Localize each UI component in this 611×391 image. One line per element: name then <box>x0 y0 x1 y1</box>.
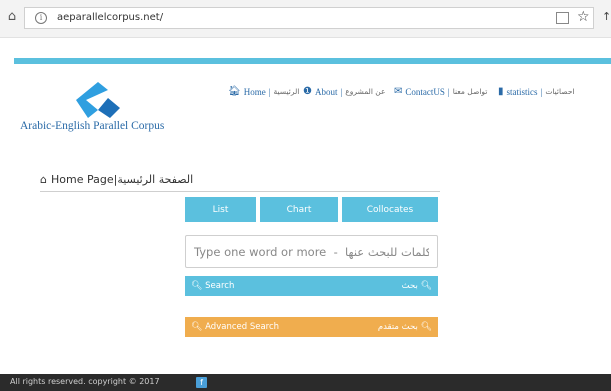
nav-about[interactable]: ❶ About | عن المشروع <box>303 86 385 97</box>
home-icon[interactable]: ⌂ <box>4 9 20 25</box>
nav-home[interactable]: 🏠︎ Home | الرئيسية <box>228 86 299 97</box>
search-icon: 🔍︎ <box>191 322 203 332</box>
tab-list[interactable]: List <box>185 197 256 222</box>
site-title[interactable]: Arabic-English Parallel Corpus <box>20 120 164 132</box>
advanced-label-ar: بحث متقدم <box>377 322 418 332</box>
bar-chart-icon: ▮ <box>498 86 504 97</box>
nav-about-label-en: About <box>314 86 338 97</box>
nav-about-label-ar: عن المشروع <box>345 87 386 96</box>
nav-home-label-ar: الرئيسية <box>273 87 300 96</box>
nav-contact[interactable]: ✉ ContactUS | تواصل معنا <box>394 86 487 97</box>
search-button[interactable]: 🔍︎ Search بحث 🔍︎ <box>185 276 438 296</box>
breadcrumb-divider <box>40 191 440 192</box>
advanced-label-en: Advanced Search <box>205 322 280 332</box>
reader-view-icon[interactable] <box>556 12 569 24</box>
info-circle-icon: ❶ <box>303 86 312 97</box>
header-accent-strip <box>14 58 611 64</box>
search-icon: 🔍︎ <box>420 322 432 332</box>
home-nav-icon: 🏠︎ <box>228 86 241 97</box>
home-icon: ⌂ <box>40 173 47 186</box>
social-share-icon[interactable]: f <box>196 377 207 388</box>
search-field-container <box>185 235 438 268</box>
nav-contact-label-ar: تواصل معنا <box>452 87 488 96</box>
footer: All rights reserved. copyright © 2017 f <box>0 374 611 391</box>
browser-toolbar: ⌂ i aeparallelcorpus.net/ ☆ ↑ <box>0 0 611 38</box>
search-icon: 🔍︎ <box>191 281 203 291</box>
tab-chart[interactable]: Chart <box>260 197 338 222</box>
search-icon: 🔍︎ <box>420 281 432 291</box>
breadcrumb-label: Home Page|الصفحة الرئيسية <box>50 173 194 186</box>
search-input[interactable] <box>186 236 437 267</box>
nav-stats-label-ar: احصائيات <box>545 87 575 96</box>
search-label-en: Search <box>205 281 235 291</box>
nav-contact-label-en: ContactUS <box>405 86 445 97</box>
url-text[interactable]: aeparallelcorpus.net/ <box>57 12 163 23</box>
nav-statistics[interactable]: ▮ statistics | احصائيات <box>498 86 575 97</box>
toolbar-overflow-icon[interactable]: ↑ <box>602 10 611 23</box>
site-logo-icon[interactable] <box>76 82 120 118</box>
address-bar[interactable]: i aeparallelcorpus.net/ ☆ <box>24 7 594 29</box>
star-icon[interactable]: ☆ <box>577 9 590 25</box>
nav-home-label-en: Home <box>243 86 266 97</box>
search-label-ar: بحث <box>401 281 418 291</box>
envelope-icon: ✉ <box>394 86 403 97</box>
breadcrumb: ⌂ Home Page|الصفحة الرئيسية <box>40 173 193 186</box>
footer-copyright: All rights reserved. copyright © 2017 <box>10 377 160 386</box>
nav-stats-label-en: statistics <box>506 86 538 97</box>
advanced-search-button[interactable]: 🔍︎ Advanced Search بحث متقدم 🔍︎ <box>185 317 438 337</box>
info-icon[interactable]: i <box>35 12 47 24</box>
tab-collocates[interactable]: Collocates <box>342 197 438 222</box>
